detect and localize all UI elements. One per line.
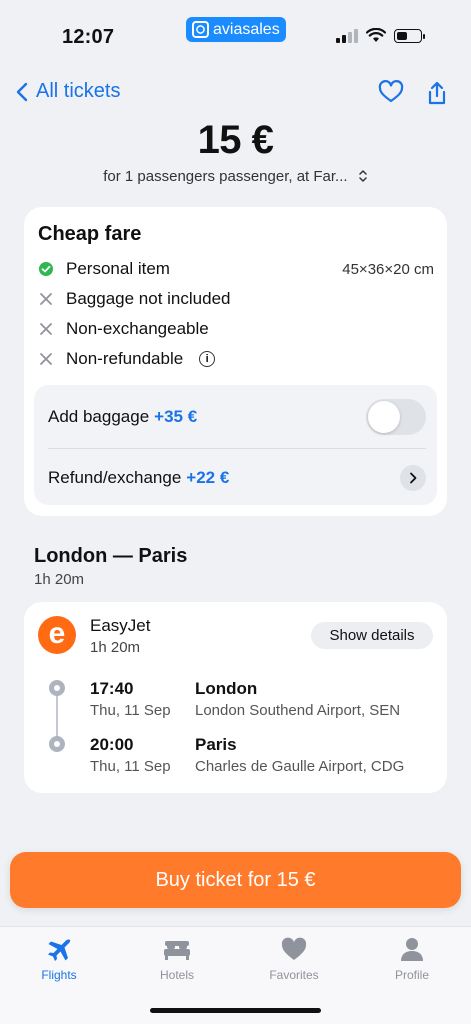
departure-city: London — [195, 679, 258, 698]
user-icon — [401, 938, 423, 961]
chevron-right-icon — [410, 472, 417, 484]
add-baggage-row[interactable]: Add baggage +35 € — [48, 399, 426, 435]
info-icon[interactable]: i — [199, 351, 216, 367]
bed-icon — [164, 941, 190, 960]
flight-duration: 1h 20m — [90, 639, 141, 656]
cellular-signal-icon — [336, 28, 358, 43]
status-time: 12:07 — [62, 26, 115, 48]
tab-label: Flights — [41, 968, 77, 982]
refund-exchange-price: +22 € — [186, 468, 230, 487]
addons-panel: Add baggage +35 € Refund/exchange +22 € — [34, 385, 437, 505]
app-indicator-pill[interactable]: aviasales — [186, 17, 286, 42]
app-pill-label: aviasales — [213, 20, 280, 38]
buy-ticket-button[interactable]: Buy ticket for 15 € — [10, 852, 461, 908]
home-indicator[interactable] — [150, 1008, 321, 1013]
tab-profile[interactable]: Profile — [367, 935, 457, 982]
tab-label: Hotels — [159, 968, 194, 982]
wifi-icon — [366, 28, 386, 42]
tab-label: Favorites — [269, 968, 319, 982]
arrival-city: Paris — [195, 735, 237, 754]
flight-card[interactable]: e EasyJet 1h 20m Show details 17:40 Thu,… — [24, 602, 447, 793]
add-baggage-price: +35 € — [154, 407, 198, 426]
feature-label: Non-exchangeable — [66, 319, 209, 338]
cross-icon — [38, 321, 54, 337]
feature-refund: Non-refundable i — [38, 349, 434, 369]
arrival-dot-icon — [49, 736, 65, 752]
feature-personal-item: Personal item 45×36×20 cm — [38, 259, 434, 279]
route-duration: 1h 20m — [34, 571, 85, 588]
passenger-selector[interactable]: for 1 passengers passenger, at Far... — [0, 168, 471, 185]
refund-exchange-label: Refund/exchange — [48, 468, 182, 487]
heart-icon — [281, 937, 307, 960]
feature-label: Baggage not included — [66, 289, 231, 308]
show-details-button[interactable]: Show details — [311, 622, 433, 649]
airline-name: EasyJet — [90, 616, 151, 635]
feature-exchange: Non-exchangeable — [38, 319, 434, 339]
tab-label: Profile — [394, 968, 429, 982]
check-circle-icon — [38, 261, 54, 277]
heart-icon[interactable] — [378, 80, 404, 104]
tab-hotels[interactable]: Hotels — [132, 935, 222, 982]
route-title: London — Paris — [34, 545, 188, 567]
passenger-summary: for 1 passengers passenger, at Far... — [103, 168, 348, 185]
departure-airport: London Southend Airport, SEN — [195, 702, 401, 719]
aviasales-logo-icon — [192, 21, 209, 38]
refund-exchange-chevron[interactable] — [400, 465, 426, 491]
add-baggage-toggle[interactable] — [366, 399, 426, 435]
cross-icon — [38, 351, 54, 367]
easyjet-logo-icon: e — [38, 616, 76, 654]
cross-icon — [38, 291, 54, 307]
timeline-line — [56, 694, 58, 740]
battery-icon — [394, 28, 425, 43]
airplane-icon — [48, 939, 71, 961]
tab-flights[interactable]: Flights — [14, 935, 104, 982]
ticket-price: 15 € — [197, 118, 274, 162]
arrival-date: Thu, 11 Sep — [90, 758, 171, 775]
share-icon[interactable] — [426, 80, 448, 106]
departure-time: 17:40 — [90, 679, 134, 698]
feature-label: Personal item — [66, 259, 170, 278]
back-button[interactable]: All tickets — [16, 80, 120, 103]
fare-card: Cheap fare Personal item 45×36×20 cm Bag… — [24, 207, 447, 516]
nav-actions — [378, 80, 448, 106]
arrival-airport: Charles de Gaulle Airport, CDG — [195, 758, 405, 775]
arrival-time: 20:00 — [90, 735, 134, 754]
refund-exchange-row[interactable]: Refund/exchange +22 € — [48, 464, 426, 492]
feature-label: Non-refundable — [66, 349, 184, 368]
fare-title: Cheap fare — [38, 223, 142, 245]
departure-date: Thu, 11 Sep — [90, 702, 171, 719]
status-icons — [336, 28, 425, 43]
feature-dimensions: 45×36×20 cm — [342, 260, 434, 278]
departure-dot-icon — [49, 680, 65, 696]
chevron-updown-icon — [358, 170, 367, 182]
feature-baggage: Baggage not included — [38, 289, 434, 309]
back-label: All tickets — [36, 80, 121, 102]
tab-favorites[interactable]: Favorites — [249, 935, 339, 982]
add-baggage-label: Add baggage — [48, 407, 150, 426]
addons-divider — [48, 448, 426, 449]
chevron-left-icon — [16, 82, 28, 101]
